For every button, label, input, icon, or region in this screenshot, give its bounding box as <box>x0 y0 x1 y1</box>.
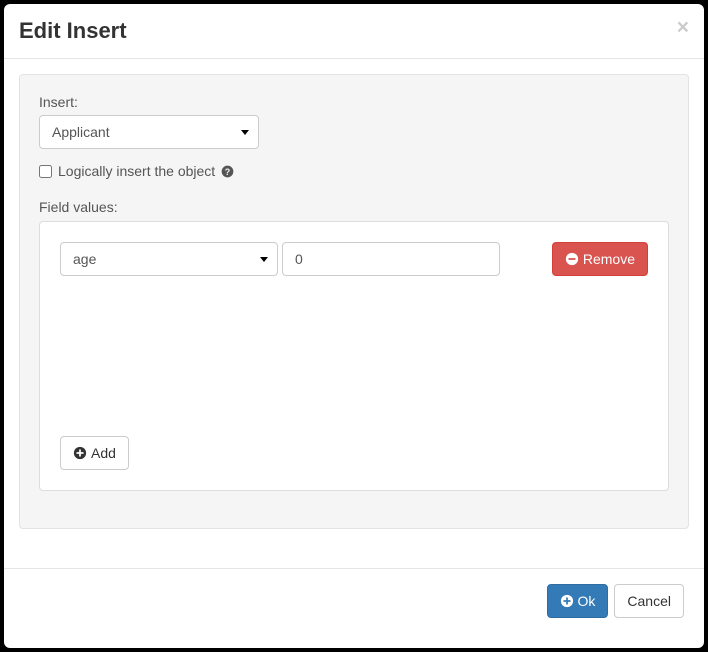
form-well: Insert: Applicant Logically insert the o… <box>19 74 689 529</box>
insert-label: Insert: <box>39 94 669 110</box>
field-values-label: Field values: <box>39 199 669 215</box>
close-button[interactable]: × <box>677 17 689 38</box>
add-button[interactable]: Add <box>60 436 129 470</box>
modal-header: Edit Insert × <box>4 4 704 59</box>
add-area: Add <box>60 436 648 470</box>
field-select[interactable]: age <box>60 242 278 276</box>
svg-text:?: ? <box>225 166 230 176</box>
help-icon[interactable]: ? <box>221 165 234 178</box>
modal-dialog: Edit Insert × Insert: Applicant Logicall… <box>4 4 704 648</box>
modal-footer: Ok Cancel <box>4 568 704 648</box>
modal-title: Edit Insert <box>19 19 127 43</box>
add-button-label: Add <box>91 443 116 463</box>
plus-circle-icon <box>73 446 87 460</box>
ok-button-label: Ok <box>578 591 596 611</box>
cancel-button[interactable]: Cancel <box>614 584 684 618</box>
logical-insert-row: Logically insert the object ? <box>39 163 669 179</box>
close-icon: × <box>677 16 689 39</box>
cancel-button-label: Cancel <box>627 591 671 611</box>
insert-select-wrap: Applicant <box>39 115 259 149</box>
modal-body: Insert: Applicant Logically insert the o… <box>4 59 704 568</box>
remove-button-label: Remove <box>583 249 635 269</box>
field-values-panel: age Remove <box>39 221 669 491</box>
plus-circle-icon <box>560 594 574 608</box>
logical-insert-label: Logically insert the object <box>58 163 215 179</box>
logical-insert-checkbox[interactable] <box>39 165 52 178</box>
minus-circle-icon <box>565 252 579 266</box>
ok-button[interactable]: Ok <box>547 584 609 618</box>
field-select-wrap: age <box>60 242 278 276</box>
field-value-row: age Remove <box>60 242 648 276</box>
remove-button[interactable]: Remove <box>552 242 648 276</box>
field-value-input[interactable] <box>282 242 500 276</box>
insert-select[interactable]: Applicant <box>39 115 259 149</box>
